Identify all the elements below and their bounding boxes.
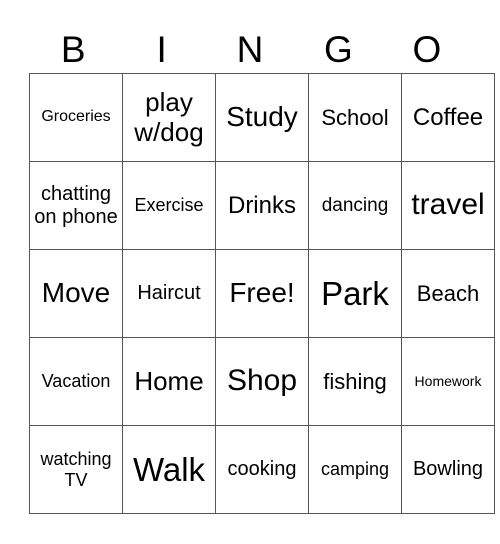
bingo-cell[interactable]: Drinks [215,161,309,250]
bingo-cell[interactable]: watching TV [29,425,123,514]
bingo-cell[interactable]: Vacation [29,337,123,426]
bingo-cell[interactable]: Coffee [401,73,495,162]
bingo-cell[interactable]: Bowling [401,425,495,514]
header-letter-o: O [412,29,442,70]
bingo-cell[interactable]: Home [122,337,216,426]
grid-row: chatting on phone Exercise Drinks dancin… [29,161,495,250]
bingo-cell[interactable]: camping [308,425,402,514]
bingo-cell[interactable]: Study [215,73,309,162]
bingo-cell[interactable]: Walk [122,425,216,514]
bingo-cell[interactable]: Park [308,249,402,338]
bingo-cell[interactable]: School [308,73,402,162]
bingo-cell[interactable]: Exercise [122,161,216,250]
grid-row: Groceries play w/dog Study School Coffee [29,73,495,162]
grid-row: Vacation Home Shop fishing Homework [29,337,495,426]
bingo-cell[interactable]: Homework [401,337,495,426]
bingo-cell[interactable]: Groceries [29,73,123,162]
bingo-grid: Groceries play w/dog Study School Coffee… [29,73,495,514]
header-letter-b: B [60,29,86,70]
bingo-cell[interactable]: play w/dog [122,73,216,162]
bingo-cell[interactable]: Beach [401,249,495,338]
free-space-cell[interactable]: Free! [215,249,309,338]
bingo-cell[interactable]: chatting on phone [29,161,123,250]
header-letter-i: I [156,29,167,70]
grid-row: Move Haircut Free! Park Beach [29,249,495,338]
header-letter-g: G [324,29,353,70]
bingo-cell[interactable]: travel [401,161,495,250]
grid-row: watching TV Walk cooking camping Bowling [29,425,495,514]
bingo-header: B I N G O [29,28,471,72]
bingo-cell[interactable]: Shop [215,337,309,426]
bingo-cell[interactable]: fishing [308,337,402,426]
bingo-cell[interactable]: dancing [308,161,402,250]
bingo-cell[interactable]: Haircut [122,249,216,338]
bingo-cell[interactable]: cooking [215,425,309,514]
bingo-cell[interactable]: Move [29,249,123,338]
header-letter-n: N [236,29,264,70]
